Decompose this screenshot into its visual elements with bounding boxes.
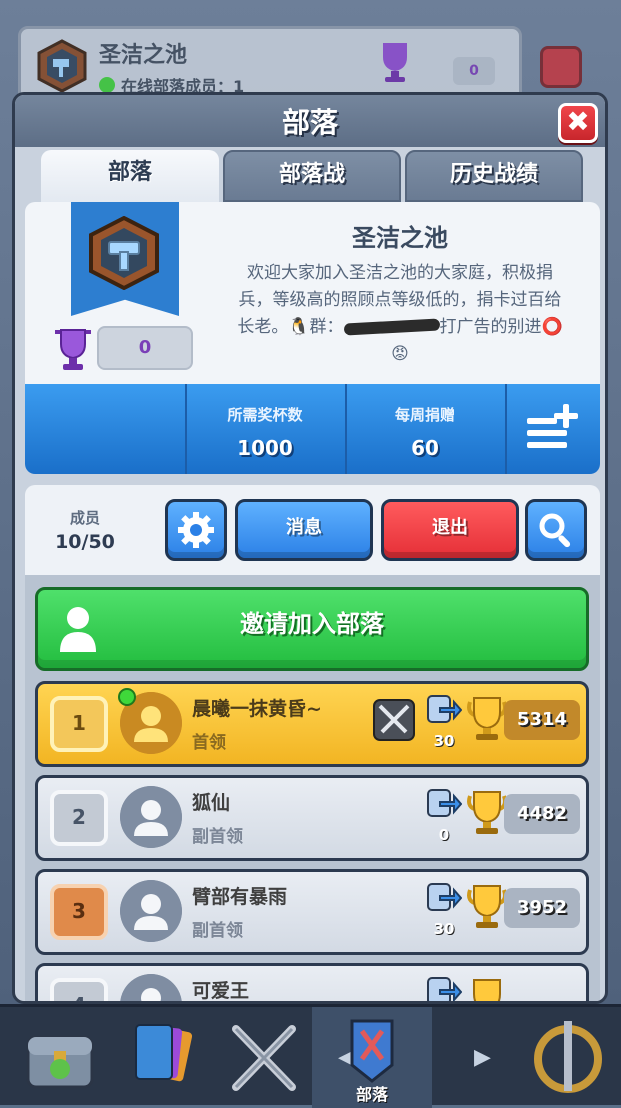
messages-button[interactable]: 消息 <box>235 499 373 561</box>
clan-name: 圣洁之池 <box>352 224 448 252</box>
donation-card-icon <box>427 883 462 911</box>
clan-trophy-count: 0 <box>97 326 193 370</box>
tab-war-history[interactable]: 历史战绩 <box>405 150 583 202</box>
redacted-scribble <box>343 318 440 336</box>
member-role: 首领 <box>192 733 226 753</box>
donation-card-icon <box>427 977 462 1001</box>
stat-divider <box>345 384 347 474</box>
member-donations: 30 <box>433 920 455 938</box>
gold-trophy-icon <box>473 979 501 1001</box>
member-role: 副首领 <box>192 921 243 941</box>
clan-info-card: 0 圣洁之池 欢迎大家加入圣洁之池的大家庭，积极捐 兵，等级高的照顾点等级低的，… <box>25 200 600 474</box>
tab-clan[interactable]: 部落 <box>41 150 219 202</box>
member-name: 可爱王 <box>192 980 250 1002</box>
member-role: 副首领 <box>192 827 243 847</box>
member-rank: 3 <box>50 884 108 940</box>
member-row[interactable]: 3 臂部有暴雨 副首领 30 3952 <box>35 869 589 955</box>
background-trophy-count: 0 <box>453 57 495 85</box>
close-icon: ✖ <box>566 105 590 138</box>
weekly-donations-value: 60 <box>411 436 439 460</box>
arrow-right-icon[interactable]: ▶ <box>474 1045 491 1070</box>
background-close-button <box>540 46 582 88</box>
cards-icon[interactable] <box>112 1015 212 1101</box>
leave-clan-button[interactable]: 退出 <box>381 499 519 561</box>
online-dot-icon <box>99 77 115 93</box>
nav-clan-label: 部落 <box>355 1085 388 1104</box>
members-label: 成员 <box>69 509 100 527</box>
clan-action-bar: 成员 10/50 消息 退出 <box>25 485 600 575</box>
weekly-donations-label: 每周捐赠 <box>394 406 455 424</box>
search-button[interactable] <box>525 499 587 561</box>
description-line: 😡 <box>391 344 409 364</box>
member-row[interactable]: 1 晨曦一抹黄昏~ 首领 30 5314 <box>35 681 589 767</box>
member-name: 晨曦一抹黄昏~ <box>192 698 322 720</box>
description-text: 打广告的别进⭕ <box>439 317 563 337</box>
close-button[interactable]: ✖ <box>558 103 598 143</box>
bottom-nav: ◀ ▶ 部落 <box>0 1004 621 1108</box>
invite-to-clan-button[interactable]: 邀请加入部落 <box>35 587 589 671</box>
settings-button[interactable] <box>165 499 227 561</box>
chest-icon[interactable] <box>10 1015 110 1101</box>
description-line: 欢迎大家加入圣洁之池的大家庭，积极捐 <box>247 263 553 283</box>
member-row[interactable]: 4 可爱王 <box>35 963 589 1002</box>
avatar-icon <box>120 974 182 1001</box>
search-icon <box>539 513 571 548</box>
crossed-swords-icon <box>373 699 415 741</box>
required-trophies-label: 所需奖杯数 <box>227 406 303 424</box>
clan-description: 欢迎大家加入圣洁之池的大家庭，积极捐 兵，等级高的照顾点等级低的，捐卡过百给 长… <box>215 260 585 368</box>
member-row[interactable]: 2 狐仙 副首领 0 4482 <box>35 775 589 861</box>
avatar-icon <box>120 880 182 942</box>
donation-card-icon <box>427 789 462 817</box>
invite-label: 邀请加入部落 <box>240 610 384 638</box>
description-line: 兵，等级高的照顾点等级低的，捐卡过百给 <box>238 290 562 310</box>
purple-trophy-icon <box>383 43 407 82</box>
tournament-icon[interactable] <box>518 1015 618 1101</box>
avatar-icon <box>120 786 182 848</box>
gear-icon <box>178 512 214 548</box>
stat-divider <box>505 384 507 474</box>
clan-stats-bar: 所需奖杯数 1000 每周捐赠 60 <box>25 384 600 474</box>
member-list: 邀请加入部落 1 晨曦一抹黄昏~ 首领 30 5314 2 狐仙 副首领 0 4… <box>25 575 600 1002</box>
required-trophies-value: 1000 <box>237 436 293 460</box>
clan-panel: 部落 ✖ 部落 部落战 历史战绩 0 圣洁之池 欢迎大家加入圣洁之池的大家庭，积… <box>12 92 608 1004</box>
battle-icon[interactable] <box>214 1015 314 1101</box>
member-rank: 4 <box>50 978 108 1001</box>
tab-clan-war[interactable]: 部落战 <box>223 150 401 202</box>
member-donations: 30 <box>433 732 455 750</box>
clan-badge-icon <box>89 216 159 290</box>
member-rank: 2 <box>50 790 108 846</box>
member-donations: 0 <box>438 826 450 844</box>
member-name: 臂部有暴雨 <box>192 886 288 908</box>
members-count: 10/50 <box>55 531 115 553</box>
member-trophies: 5314 <box>504 700 580 740</box>
purple-trophy-icon <box>55 329 91 370</box>
member-trophies: 4482 <box>504 794 580 834</box>
description-line: 长老。🐧群： 打广告的别进⭕ <box>215 314 585 341</box>
member-trophies: 3952 <box>504 888 580 928</box>
background-clan-name: 圣洁之池 <box>99 43 188 68</box>
panel-header: 部落 ✖ <box>15 95 605 147</box>
stat-divider <box>185 384 187 474</box>
member-name: 狐仙 <box>192 792 231 814</box>
online-status-icon <box>118 688 136 706</box>
donation-card-icon <box>427 695 462 723</box>
description-text: 长老。🐧群： <box>237 317 344 337</box>
clan-badge-icon <box>37 39 87 93</box>
menu-plus-icon[interactable] <box>525 402 581 452</box>
member-rank: 1 <box>50 696 108 752</box>
panel-title: 部落 <box>281 106 338 139</box>
